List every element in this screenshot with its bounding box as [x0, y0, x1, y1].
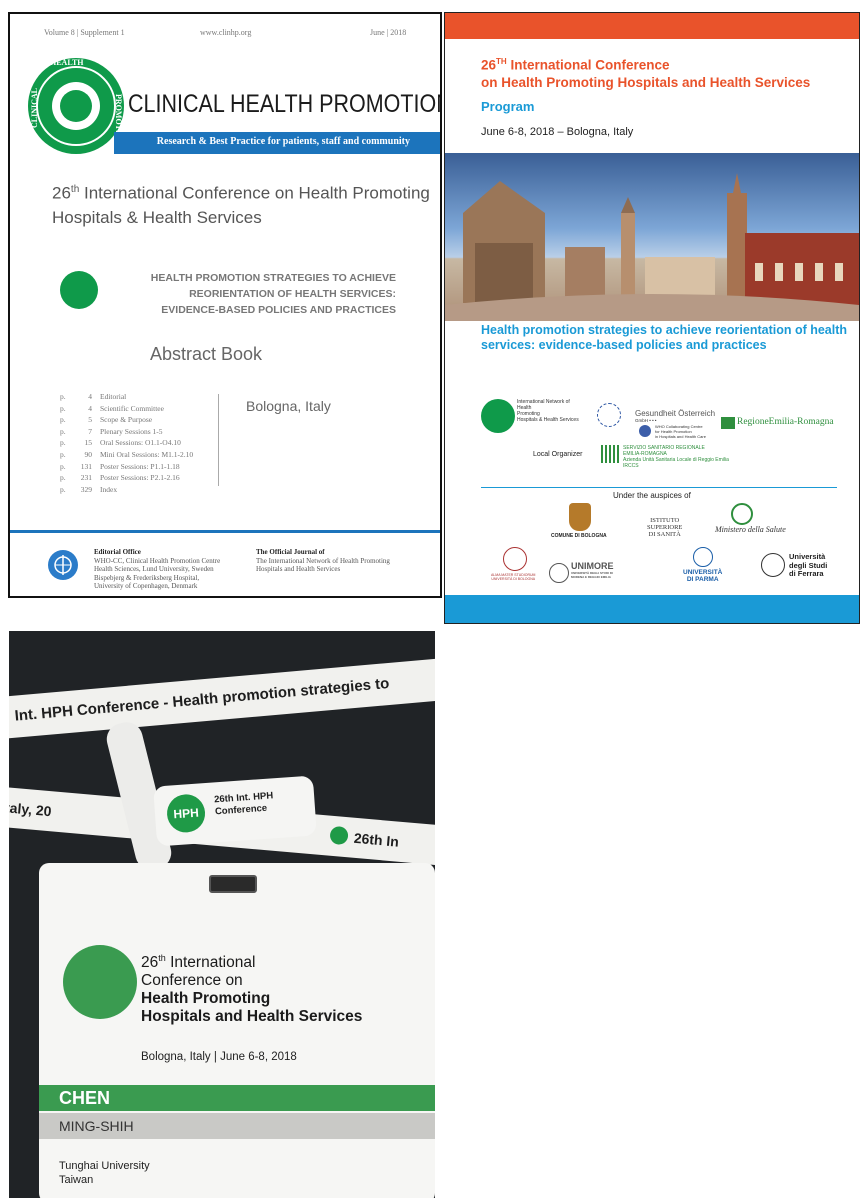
regione-emilia-romagna-logo: RegioneEmilia-Romagna: [737, 417, 834, 427]
network-name: International Network of Health Promotin…: [517, 399, 579, 423]
universita-ferrara-label: Università degli Studi di Ferrara: [789, 552, 828, 578]
volume-label: Volume 8 | Supplement 1: [44, 28, 125, 37]
issue-date: June | 2018: [370, 28, 407, 37]
green-dot-icon: [63, 945, 137, 1019]
toc-row[interactable]: p. 4 Scientific Committee: [60, 404, 193, 416]
table-of-contents: p. 4 Editorial p. 4 Scientific Committee p. 5…: [60, 392, 193, 496]
hph-logo-icon: HPH: [165, 793, 207, 834]
parma-seal-icon: [693, 547, 713, 567]
official-journal-note: The Official Journal of The Internationa…: [256, 548, 390, 573]
badge-institution: Tunghai University Taiwan: [59, 1160, 150, 1186]
abstract-book-label: Abstract Book: [150, 344, 263, 364]
theme-title: HEALTH PROMOTION STRATEGIES TO ACHIEVE R…: [150, 272, 396, 316]
badge-card: 26th International Conference on Health …: [39, 863, 435, 1198]
ferrara-seal-icon: [761, 553, 785, 577]
toc-row[interactable]: p. 90 Mini Oral Sessions: M1.1-2.10: [60, 450, 193, 462]
lanyard-top: Int. HPH Conference - Health promotion s…: [9, 656, 435, 739]
toc-row[interactable]: p. 7 Plenary Sessions 1-5: [60, 427, 193, 439]
top-color-bar: [445, 13, 859, 39]
program-label: Program: [481, 99, 535, 114]
who-cc-note: WHO Collaborating Centre for Health Prom…: [655, 424, 706, 439]
footer-divider: [10, 530, 440, 533]
alma-mater-label: ALMA MATER STUDIORUM UNIVERSITÀ DI BOLOG…: [491, 573, 536, 581]
toc-row[interactable]: p. 131 Poster Sessions: P1.1-1.18: [60, 462, 193, 474]
tagline-band: Research & Best Practice for patients, s…: [114, 132, 440, 154]
auspices-divider: [481, 487, 837, 488]
unimore-logo: UNIMORE UNIVERSITÀ DEGLI STUDI DI MODENA…: [571, 561, 614, 579]
hph-network-logo: [481, 399, 515, 433]
bottom-color-bar: [445, 595, 859, 623]
alma-mater-seal-icon: [503, 547, 527, 571]
toc-row[interactable]: p. 15 Oral Sessions: O1.1-O4.10: [60, 438, 193, 450]
green-dot-icon: [60, 271, 98, 309]
unimore-emblem-icon: [549, 563, 569, 583]
city-label: Bologna, Italy: [246, 398, 331, 414]
clinical-health-promotion-logo: HEALTH PROMOTION CLINICAL: [28, 58, 124, 154]
badge-given-name: MING-SHIH: [39, 1113, 435, 1139]
name-badge-photo: Int. HPH Conference - Health promotion s…: [9, 631, 435, 1198]
toc-row[interactable]: p. 329 Index: [60, 485, 193, 497]
servizio-logo-icon: [601, 445, 619, 463]
badge-surname: CHEN: [39, 1085, 435, 1111]
journal-title: CLINICAL HEALTH PROMOTION: [128, 90, 442, 118]
badge-clip: HPH 26th Int. HPH Conference: [153, 775, 317, 847]
editorial-office: Editorial Office WHO-CC, Clinical Health…: [94, 548, 221, 590]
auspices-label: Under the auspices of: [613, 491, 691, 500]
toc-row[interactable]: p. 231 Poster Sessions: P2.1-2.16: [60, 473, 193, 485]
toc-row[interactable]: p. 4 Editorial: [60, 392, 193, 404]
eu-stars-icon: [597, 403, 621, 427]
badge-place-date: Bologna, Italy | June 6-8, 2018: [141, 1051, 297, 1063]
program-cover: 26TH International Conference on Health …: [444, 12, 860, 624]
conference-title: 26th International Conference on Health …: [52, 183, 430, 227]
who-emblem-icon: [48, 550, 78, 580]
program-heading: 26TH International Conference on Health …: [481, 57, 811, 90]
toc-row[interactable]: p. 5 Scope & Purpose: [60, 415, 193, 427]
local-organizer-label: Local Organizer: [533, 451, 583, 458]
website-label: www.clinhp.org: [200, 28, 252, 37]
servizio-sanitario-text: SERVIZIO SANITARIO REGIONALE EMILIA-ROMA…: [623, 445, 729, 469]
region-flag-icon: [721, 417, 735, 429]
istituto-superiore-logo: ISTITUTO SUPERIORE DI SANITÀ: [647, 517, 683, 538]
card-slot: [209, 875, 257, 893]
universita-di-parma-label: UNIVERSITÀ DI PARMA: [683, 569, 723, 583]
program-date: June 6-8, 2018 – Bologna, Italy: [481, 126, 634, 138]
program-theme: Health promotion strategies to achieve r…: [481, 323, 848, 352]
who-cc-emblem-icon: [639, 425, 651, 437]
gesundheit-logo: Gesundheit Österreich GmbH • • •: [635, 409, 716, 423]
italy-emblem-icon: [731, 503, 753, 525]
comune-di-bologna-label: COMUNE DI BOLOGNA: [551, 533, 607, 539]
tagline: Research & Best Practice for patients, s…: [156, 136, 410, 147]
ministero-della-salute-label: Ministero della Salute: [715, 525, 786, 534]
badge-conference-title: 26th International Conference on Health …: [141, 953, 363, 1026]
divider: [218, 394, 219, 486]
comune-crest-icon: [569, 503, 591, 531]
abstract-book-cover: Volume 8 | Supplement 1 www.clinhp.org J…: [8, 12, 442, 598]
bologna-piazza-photo: [445, 153, 859, 321]
